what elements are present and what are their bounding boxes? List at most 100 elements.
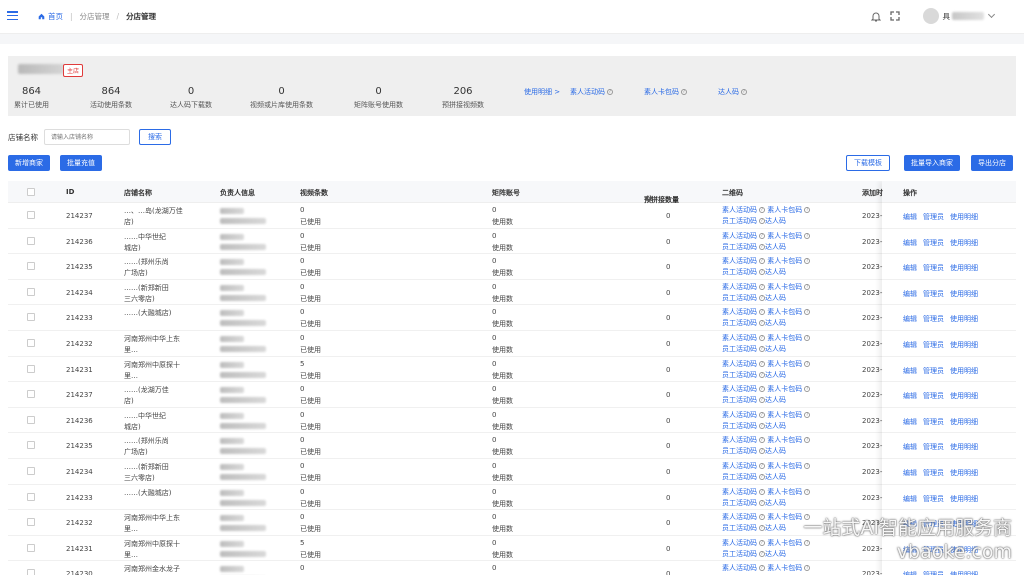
- question-icon[interactable]: ?: [759, 565, 765, 572]
- search-input[interactable]: [44, 129, 130, 145]
- question-icon[interactable]: ?: [759, 514, 765, 521]
- amateur-activity-code-link[interactable]: 素人活动码: [722, 539, 757, 547]
- staff-activity-code-link[interactable]: 员工活动码: [722, 319, 757, 327]
- amateur-card-code-link[interactable]: 素人卡包码: [767, 232, 802, 240]
- staff-activity-code-link[interactable]: 员工活动码: [722, 550, 757, 558]
- question-icon[interactable]: ?: [804, 360, 811, 367]
- info-icon[interactable]: ?: [646, 195, 652, 201]
- download-template-button[interactable]: 下载模板: [846, 155, 890, 171]
- question-icon[interactable]: ?: [607, 89, 613, 95]
- question-icon[interactable]: ?: [804, 334, 811, 341]
- question-icon[interactable]: ?: [804, 411, 811, 418]
- search-button[interactable]: 搜索: [139, 129, 171, 145]
- bell-icon[interactable]: [871, 11, 881, 22]
- edit-link[interactable]: 编辑: [903, 469, 917, 477]
- usage-detail-link[interactable]: 使用明细: [950, 239, 978, 247]
- amateur-activity-code-link[interactable]: 素人活动码: [722, 436, 757, 444]
- admin-link[interactable]: 管理员: [923, 213, 944, 221]
- admin-link[interactable]: 管理员: [923, 469, 944, 477]
- influencer-code-link[interactable]: 达人码: [765, 345, 786, 353]
- edit-link[interactable]: 编辑: [903, 315, 917, 323]
- row-checkbox[interactable]: [27, 390, 35, 399]
- influencer-code-link[interactable]: 达人码: [765, 524, 786, 532]
- batch-import-button[interactable]: 批量导入商家: [904, 155, 960, 171]
- edit-link[interactable]: 编辑: [903, 290, 917, 298]
- amateur-card-code-link[interactable]: 素人卡包码: [767, 513, 802, 521]
- question-icon[interactable]: ?: [759, 207, 765, 213]
- amateur-card-code-link[interactable]: 素人卡包码?: [644, 87, 687, 97]
- amateur-card-code-link[interactable]: 素人卡包码: [767, 385, 802, 393]
- amateur-card-code-link[interactable]: 素人卡包码: [767, 539, 802, 547]
- admin-link[interactable]: 管理员: [923, 239, 944, 247]
- usage-detail-link[interactable]: 使用明细: [950, 213, 978, 221]
- staff-activity-code-link[interactable]: 员工活动码: [722, 345, 757, 353]
- row-checkbox[interactable]: [27, 262, 35, 271]
- breadcrumb-level1[interactable]: 分店管理: [80, 11, 110, 22]
- amateur-activity-code-link[interactable]: 素人活动码: [722, 232, 757, 240]
- staff-activity-code-link[interactable]: 员工活动码: [722, 396, 757, 404]
- row-checkbox[interactable]: [27, 466, 35, 475]
- export-branch-button[interactable]: 导出分店: [971, 155, 1013, 171]
- question-icon[interactable]: ?: [759, 232, 765, 239]
- amateur-activity-code-link[interactable]: 素人活动码: [722, 462, 757, 470]
- usage-detail-link[interactable]: 使用明细: [950, 315, 978, 323]
- influencer-code-link[interactable]: 达人码: [765, 294, 786, 302]
- fullscreen-icon[interactable]: [890, 11, 900, 21]
- question-icon[interactable]: ?: [759, 462, 765, 469]
- staff-activity-code-link[interactable]: 员工活动码: [722, 447, 757, 455]
- influencer-code-link[interactable]: 达人码: [765, 268, 786, 276]
- admin-link[interactable]: 管理员: [923, 392, 944, 400]
- usage-detail-link[interactable]: 使用明细: [950, 392, 978, 400]
- amateur-card-code-link[interactable]: 素人卡包码: [767, 206, 802, 214]
- row-checkbox[interactable]: [27, 236, 35, 245]
- influencer-code-link[interactable]: 达人码: [765, 396, 786, 404]
- amateur-activity-code-link[interactable]: 素人活动码: [722, 206, 757, 214]
- amateur-card-code-link[interactable]: 素人卡包码: [767, 436, 802, 444]
- question-icon[interactable]: ?: [759, 386, 765, 393]
- question-icon[interactable]: ?: [804, 309, 811, 316]
- amateur-activity-code-link[interactable]: 素人活动码: [722, 385, 757, 393]
- staff-activity-code-link[interactable]: 员工活动码: [722, 524, 757, 532]
- row-checkbox[interactable]: [27, 569, 35, 575]
- admin-link[interactable]: 管理员: [923, 315, 944, 323]
- amateur-activity-code-link[interactable]: 素人活动码: [722, 257, 757, 265]
- edit-link[interactable]: 编辑: [903, 264, 917, 272]
- select-all-checkbox[interactable]: [27, 188, 35, 196]
- edit-link[interactable]: 编辑: [903, 495, 917, 503]
- row-checkbox[interactable]: [27, 211, 35, 219]
- question-icon[interactable]: ?: [759, 334, 765, 341]
- question-icon[interactable]: ?: [759, 539, 765, 546]
- question-icon[interactable]: ?: [759, 488, 765, 495]
- question-icon[interactable]: ?: [804, 258, 811, 265]
- question-icon[interactable]: ?: [804, 232, 811, 239]
- staff-activity-code-link[interactable]: 员工活动码: [722, 294, 757, 302]
- row-checkbox[interactable]: [27, 492, 35, 501]
- breadcrumb-home[interactable]: 首页: [38, 11, 63, 22]
- amateur-card-code-link[interactable]: 素人卡包码: [767, 360, 802, 368]
- question-icon[interactable]: ?: [804, 437, 811, 444]
- admin-link[interactable]: 管理员: [923, 418, 944, 426]
- staff-activity-code-link[interactable]: 员工活动码: [722, 499, 757, 507]
- usage-detail-link[interactable]: 使用明细: [950, 341, 978, 349]
- staff-activity-code-link[interactable]: 员工活动码: [722, 243, 757, 251]
- influencer-code-link[interactable]: 达人码: [765, 371, 786, 379]
- batch-recharge-button[interactable]: 批量充值: [60, 155, 102, 171]
- question-icon[interactable]: ?: [759, 411, 765, 418]
- amateur-activity-code-link[interactable]: 素人活动码: [722, 283, 757, 291]
- usage-detail-link[interactable]: 使用明细 >: [524, 87, 560, 97]
- influencer-code-link[interactable]: 达人码: [765, 243, 786, 251]
- edit-link[interactable]: 编辑: [903, 341, 917, 349]
- influencer-code-link[interactable]: 达人码: [765, 217, 786, 225]
- row-checkbox[interactable]: [27, 415, 35, 424]
- question-icon[interactable]: ?: [759, 309, 765, 316]
- amateur-activity-code-link[interactable]: 素人活动码: [722, 360, 757, 368]
- question-icon[interactable]: ?: [804, 386, 811, 393]
- admin-link[interactable]: 管理员: [923, 443, 944, 451]
- row-checkbox[interactable]: [27, 287, 35, 296]
- edit-link[interactable]: 编辑: [903, 367, 917, 375]
- admin-link[interactable]: 管理员: [923, 571, 944, 575]
- admin-link[interactable]: 管理员: [923, 341, 944, 349]
- question-icon[interactable]: ?: [759, 283, 765, 290]
- influencer-code-link[interactable]: 达人码: [765, 447, 786, 455]
- row-checkbox[interactable]: [27, 518, 35, 527]
